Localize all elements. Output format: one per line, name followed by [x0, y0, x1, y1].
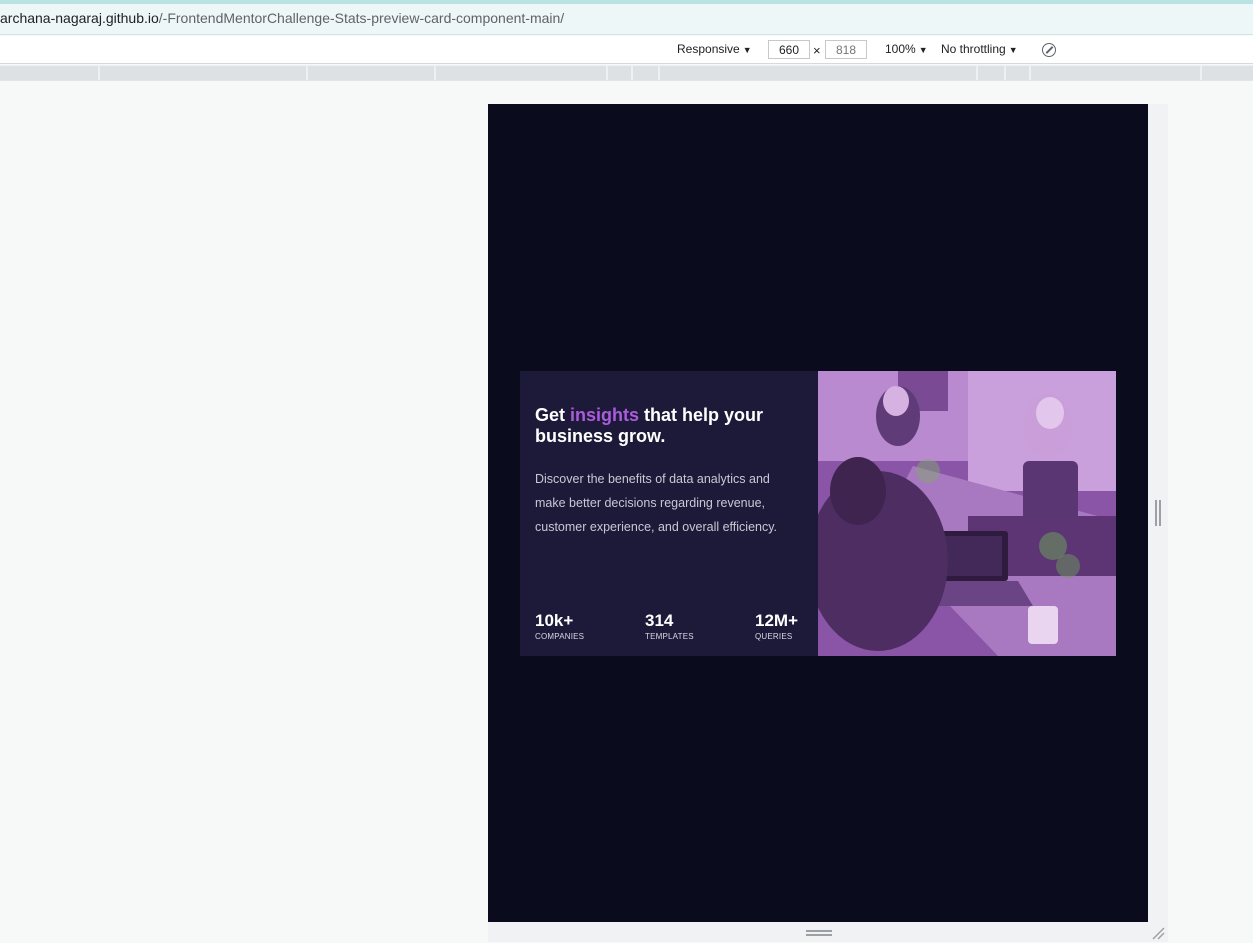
resize-corner-icon[interactable] [1151, 926, 1165, 940]
card-text-panel: Get insights that help your business gro… [535, 371, 803, 656]
media-query-bar [0, 65, 1253, 81]
media-query-segment[interactable] [608, 66, 631, 80]
device-select[interactable]: Responsive ▼ [677, 36, 752, 64]
stats-preview-card: Get insights that help your business gro… [520, 371, 1116, 656]
device-select-label: Responsive [677, 42, 740, 56]
stat-value: 12M+ [755, 611, 798, 630]
media-query-segment[interactable] [1006, 66, 1029, 80]
office-team-image [818, 371, 1116, 656]
viewport-width-input[interactable] [768, 40, 810, 59]
heading-accent: insights [570, 405, 640, 425]
media-query-segment[interactable] [978, 66, 1004, 80]
stat-queries: 12M+ QUERIES [755, 611, 798, 642]
stat-label: QUERIES [755, 632, 793, 641]
address-bar[interactable]: archana-nagaraj.github.io/-FrontendMento… [0, 4, 1253, 35]
zoom-select[interactable]: 100% ▼ [885, 36, 928, 64]
chevron-down-icon: ▼ [1008, 45, 1018, 55]
throttling-label: No throttling [941, 42, 1006, 56]
device-toolbar: Responsive▼ × 100%▼ No throttling▼ [0, 36, 1253, 64]
media-query-segment[interactable] [308, 66, 434, 80]
stat-companies: 10k+ COMPANIES [535, 611, 584, 642]
card-description: Discover the benefits of data analytics … [535, 472, 778, 534]
viewport-height-input[interactable] [825, 40, 867, 59]
media-query-segment[interactable] [660, 66, 976, 80]
card-heading: Get insights that help your business gro… [535, 405, 803, 447]
media-query-segment[interactable] [100, 66, 306, 80]
dimension-separator: × [813, 43, 821, 58]
chevron-down-icon: ▼ [918, 45, 928, 55]
media-query-segment[interactable] [633, 66, 658, 80]
resize-handle-right-icon[interactable] [1155, 500, 1161, 526]
heading-start: Get [535, 405, 571, 425]
rotate-icon[interactable] [1042, 43, 1056, 57]
stat-label: TEMPLATES [645, 632, 694, 641]
media-query-segment[interactable] [1202, 66, 1253, 80]
media-query-segment[interactable] [436, 66, 606, 80]
chevron-down-icon: ▼ [742, 45, 752, 55]
media-query-segment[interactable] [1031, 66, 1200, 80]
media-query-segment[interactable] [0, 66, 98, 80]
stat-value: 10k+ [535, 611, 574, 630]
stat-label: COMPANIES [535, 632, 585, 641]
zoom-label: 100% [885, 42, 916, 56]
throttling-select[interactable]: No throttling ▼ [941, 36, 1018, 64]
resize-handle-bottom-icon[interactable] [806, 930, 832, 936]
stat-templates: 314 TEMPLATES [645, 611, 694, 642]
stat-value: 314 [645, 611, 674, 630]
url-path: /-FrontendMentorChallenge-Stats-preview-… [158, 10, 565, 26]
url-host: archana-nagaraj.github.io [0, 10, 159, 26]
